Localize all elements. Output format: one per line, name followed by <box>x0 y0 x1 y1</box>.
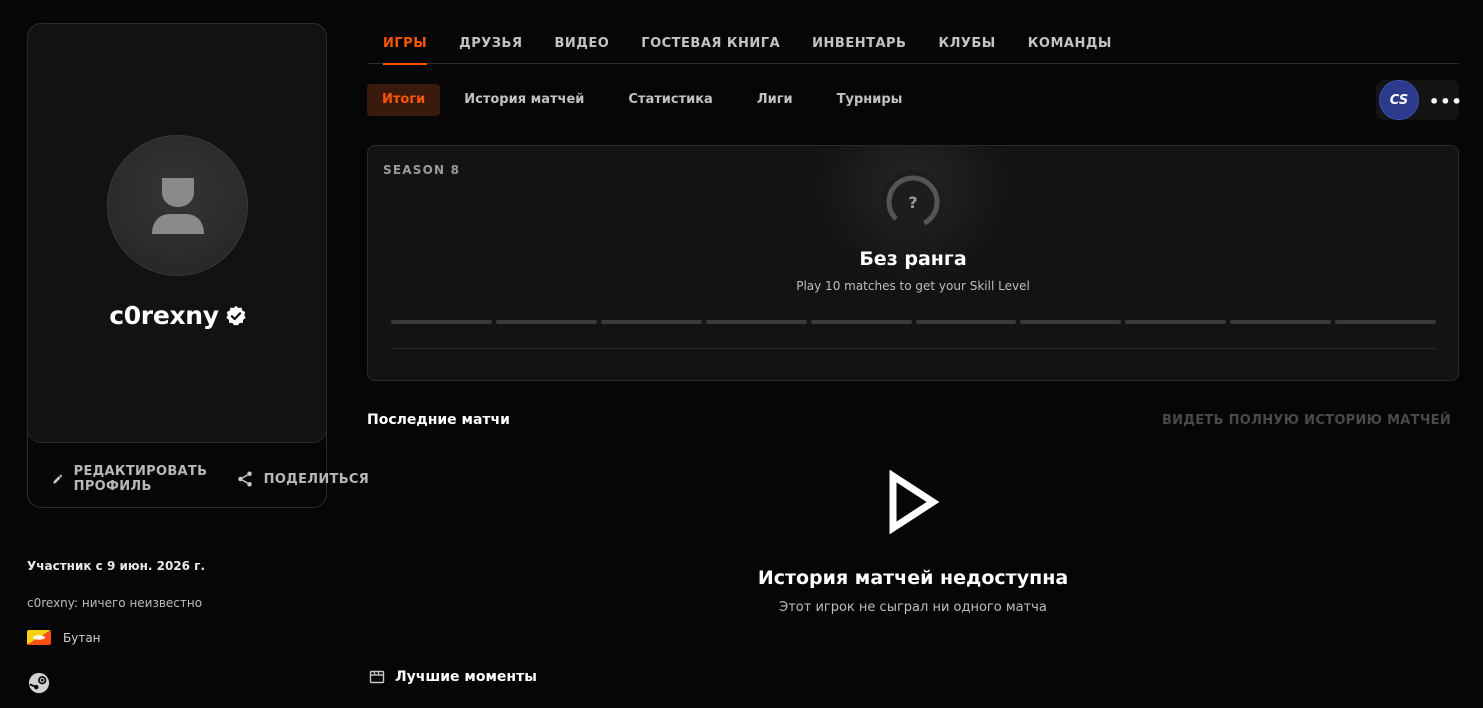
clapperboard-icon <box>369 670 385 684</box>
highlights-title: Лучшие моменты <box>395 669 537 685</box>
subtab-overview[interactable]: Итоги <box>367 84 441 116</box>
rank-subtitle: Play 10 matches to get your Skill Level <box>796 279 1030 293</box>
pencil-icon <box>53 474 63 484</box>
play-icon <box>889 470 940 534</box>
more-options-button[interactable]: ••• <box>1429 92 1463 111</box>
tab-teams[interactable]: КОМАНДЫ <box>1012 34 1128 64</box>
game-switcher: CS ••• <box>1376 80 1462 120</box>
highlights-section: Лучшие моменты <box>369 669 537 685</box>
subtab-leagues[interactable]: Лиги <box>737 84 813 116</box>
profile-bio: c0rexny: ничего неизвестно <box>27 596 203 610</box>
skill-level-segment <box>705 320 807 324</box>
skill-level-symbol: ? <box>908 193 917 212</box>
season-label: SEASON 8 <box>383 163 461 177</box>
share-label: ПОДЕЛИТЬСЯ <box>263 471 370 487</box>
verified-icon <box>226 305 246 325</box>
skill-level-segment <box>1125 320 1227 324</box>
rank-title: Без ранга <box>859 248 967 270</box>
empty-history-title: История матчей недоступна <box>757 567 1069 589</box>
tab-games[interactable]: ИГРЫ <box>367 34 443 65</box>
subtab-match-history[interactable]: История матчей <box>444 84 604 116</box>
subtab-statistics[interactable]: Статистика <box>608 84 732 116</box>
skill-level-segment <box>1230 320 1332 324</box>
subtab-tournaments[interactable]: Турниры <box>817 84 923 116</box>
avatar <box>107 135 248 276</box>
skill-level-icon: ? <box>881 170 945 234</box>
main-tabs: ИГРЫ ДРУЗЬЯ ВИДЕО ГОСТЕВАЯ КНИГА ИНВЕНТА… <box>367 34 1459 65</box>
member-since: Участник с 9 июн. 2026 г. <box>27 559 206 573</box>
skill-level-progress <box>391 320 1437 324</box>
skill-level-segment <box>495 320 597 324</box>
steam-icon[interactable] <box>28 672 50 694</box>
tab-clubs[interactable]: КЛУБЫ <box>922 34 1011 64</box>
skill-level-segment <box>810 320 912 324</box>
tab-videos[interactable]: ВИДЕО <box>538 34 625 64</box>
country-row: Бутан <box>27 630 101 645</box>
recent-matches-title: Последние матчи <box>367 412 510 428</box>
skill-level-segment <box>915 320 1017 324</box>
profile-header: c0rexny <box>27 23 327 443</box>
edit-profile-button[interactable]: РЕДАКТИРОВАТЬ ПРОФИЛЬ <box>52 464 214 494</box>
bhutan-flag-icon <box>27 630 51 645</box>
skill-level-segment <box>1020 320 1122 324</box>
cs-game-icon[interactable]: CS <box>1379 80 1419 120</box>
cs-game-label: CS <box>1389 92 1409 108</box>
tab-friends[interactable]: ДРУЗЬЯ <box>443 34 538 64</box>
edit-profile-label: РЕДАКТИРОВАТЬ ПРОФИЛЬ <box>73 464 208 494</box>
skill-level-segment <box>600 320 702 324</box>
tab-inventory[interactable]: ИНВЕНТАРЬ <box>796 34 922 64</box>
username: c0rexny <box>109 301 219 330</box>
sub-tabs: Итоги История матчей Статистика Лиги Тур… <box>367 84 922 116</box>
profile-actions: РЕДАКТИРОВАТЬ ПРОФИЛЬ ПОДЕЛИТЬСЯ <box>52 464 369 494</box>
skill-level-segment <box>391 320 492 324</box>
rank-card: SEASON 8 ? Без ранга Play 10 matches to … <box>367 145 1459 381</box>
user-placeholder-icon <box>152 178 204 234</box>
tab-guestbook[interactable]: ГОСТЕВАЯ КНИГА <box>625 34 796 64</box>
country-name: Бутан <box>63 630 101 645</box>
profile-card: c0rexny РЕДАКТИРОВАТЬ ПРОФИЛЬ ПОДЕЛИТЬСЯ <box>27 23 369 508</box>
share-icon <box>237 471 252 487</box>
skill-level-segment <box>1335 320 1437 324</box>
empty-history-subtitle: Этот игрок не сыграл ни одного матча <box>779 600 1047 615</box>
full-history-link[interactable]: ВИДЕТЬ ПОЛНУЮ ИСТОРИЮ МАТЧЕЙ <box>1162 413 1451 428</box>
share-button[interactable]: ПОДЕЛИТЬСЯ <box>236 470 369 488</box>
profile-page: c0rexny РЕДАКТИРОВАТЬ ПРОФИЛЬ ПОДЕЛИТЬСЯ… <box>0 0 1483 708</box>
username-row: c0rexny <box>28 301 328 330</box>
rank-divider <box>391 348 1436 349</box>
